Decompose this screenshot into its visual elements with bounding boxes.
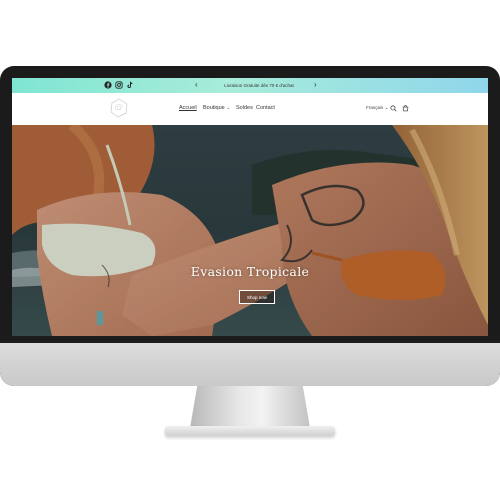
announcement-text: Livraison Gratuite dès 70 € d'achat [224,83,294,88]
chevron-right-icon[interactable]: › [314,79,317,91]
monitor-stand [190,386,310,428]
nav-item-contact[interactable]: Contact [256,103,275,113]
announcement-bar: ‹ Livraison Gratuite dès 70 € d'achat › [12,78,488,93]
search-icon[interactable] [390,105,397,112]
site-header: Accueil Boutique ⌄ Soldes Contact França… [12,93,488,126]
monitor-stand-base [165,426,335,436]
monitor-frame: ‹ Livraison Gratuite dès 70 € d'achat › … [0,66,500,386]
chevron-down-icon: ⌄ [226,105,231,111]
language-label: Français [366,105,384,110]
brand-logo[interactable] [109,98,129,118]
nav-item-accueil[interactable]: Accueil [179,103,197,113]
instagram-icon[interactable] [115,81,123,89]
hero-title: Evasion Tropicale [190,264,310,279]
shop-now-button[interactable]: Shop now [239,290,275,304]
nav-item-boutique-label: Boutique [203,105,225,111]
language-selector[interactable]: Français ⌄ [366,103,389,113]
monitor-chin [0,343,500,386]
language-chevron-icon: ⌄ [384,105,389,111]
nav-item-boutique[interactable]: Boutique ⌄ [203,103,230,113]
hero-banner: Evasion Tropicale Shop now [12,125,488,336]
tiktok-icon[interactable] [126,81,134,89]
chevron-left-icon[interactable]: ‹ [195,79,198,91]
cart-icon[interactable] [402,105,409,112]
facebook-icon[interactable] [104,81,112,89]
browser-screen: ‹ Livraison Gratuite dès 70 € d'achat › … [12,78,488,336]
nav-item-soldes[interactable]: Soldes [236,103,253,113]
